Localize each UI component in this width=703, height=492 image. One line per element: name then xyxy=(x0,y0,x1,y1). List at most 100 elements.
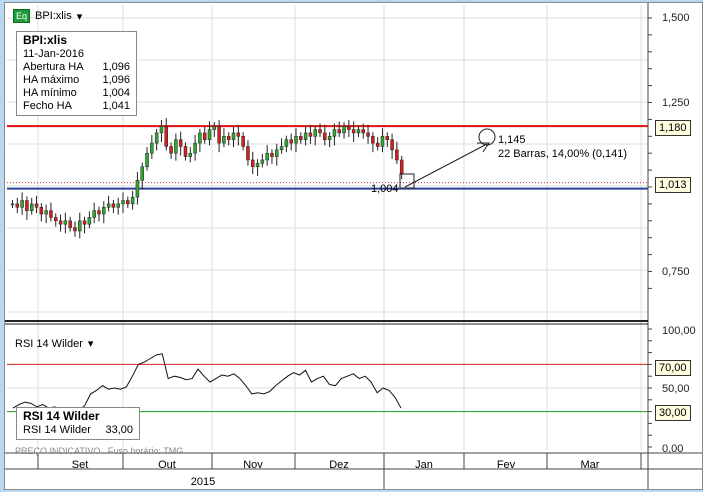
candle-body xyxy=(58,220,63,225)
candle-body xyxy=(135,179,140,198)
candle-body xyxy=(332,129,337,137)
legend-row: RSI 14 Wilder 33,00 xyxy=(23,424,133,437)
symbol-label: BPI:xlis xyxy=(35,10,72,22)
rsi-tick-label: 50,00 xyxy=(662,383,690,395)
candle-body xyxy=(44,210,48,215)
candle-body xyxy=(164,125,169,147)
candle-body xyxy=(241,136,245,147)
candle-body xyxy=(53,217,58,222)
candle-body xyxy=(284,139,289,147)
legend-label: HA máximo xyxy=(23,74,80,86)
candle-body xyxy=(154,132,159,144)
candle-body xyxy=(178,139,183,147)
y-tick-label: 1,500 xyxy=(662,12,690,24)
candle-body xyxy=(270,152,274,157)
candle-body xyxy=(222,136,226,144)
candle-body xyxy=(217,125,221,144)
legend-label: HA mínimo xyxy=(23,87,77,99)
candle-body xyxy=(130,196,135,205)
candle-body xyxy=(116,203,120,208)
candle-body xyxy=(82,220,87,225)
candle-body xyxy=(299,136,303,140)
candle-body xyxy=(39,207,44,215)
legend-value: 1,041 xyxy=(102,100,130,112)
candle-body xyxy=(289,139,293,144)
month-label: Out xyxy=(158,459,176,471)
candle-body xyxy=(169,146,173,154)
legend-row: HA mínimo 1,004 xyxy=(23,87,130,100)
candle-body xyxy=(78,220,82,232)
dropdown-arrow-icon: ▾ xyxy=(87,338,94,350)
legend-label: Fecho HA xyxy=(23,100,72,112)
candle-body xyxy=(265,152,269,161)
candle-body xyxy=(87,217,92,225)
candle-body xyxy=(198,132,202,144)
candle-body xyxy=(337,129,341,134)
candle-body xyxy=(106,203,111,208)
candle-body xyxy=(318,129,322,134)
candle-body xyxy=(395,149,399,161)
equity-icon: Eq xyxy=(13,9,31,23)
year-label: 2015 xyxy=(190,476,216,488)
rsi-selector[interactable]: RSI 14 Wilder ▾ xyxy=(15,337,94,351)
symbol-selector[interactable]: Eq BPI:xlis ▾ xyxy=(13,9,82,23)
legend-date: 11-Jan-2016 xyxy=(23,48,84,60)
legend-row: HA máximo 1,096 xyxy=(23,74,130,87)
candle-body xyxy=(351,129,356,134)
candle-body xyxy=(10,203,15,206)
candle-body xyxy=(202,132,207,140)
low-label: 1,004 xyxy=(371,183,399,195)
candle-body xyxy=(226,136,231,140)
timezone-note: Fuso horário: TMG xyxy=(107,446,184,456)
candle-body xyxy=(68,220,72,228)
candle-body xyxy=(102,207,106,215)
candle-body xyxy=(371,136,375,144)
candle-body xyxy=(174,139,178,154)
rsi-line xyxy=(12,353,402,411)
candle-body xyxy=(275,149,279,157)
candle-body xyxy=(188,152,193,157)
candle-body xyxy=(246,146,250,161)
candle-body xyxy=(63,220,68,225)
candle-body xyxy=(294,136,298,144)
candle-body xyxy=(323,132,327,140)
candle-body xyxy=(193,142,197,154)
legend-value: 1,004 xyxy=(102,87,130,99)
candle-body xyxy=(279,146,284,151)
candle-body xyxy=(121,200,125,205)
legend-value: 1,096 xyxy=(102,61,130,73)
current-price-tag: 1,013 xyxy=(655,177,691,193)
candle-body xyxy=(212,125,217,130)
candle-body xyxy=(327,136,332,140)
footer-note: PREÇO INDICATIVO Fuso horário: TMG xyxy=(15,446,183,456)
y-tick-label: 1,250 xyxy=(662,97,690,109)
month-label: Fev xyxy=(496,459,516,471)
candle-body xyxy=(29,203,34,211)
month-label: Set xyxy=(71,459,89,471)
candle-body xyxy=(308,132,313,137)
rsi-low-tag: 30,00 xyxy=(655,405,691,421)
candle-body xyxy=(380,136,385,147)
candle-body xyxy=(260,159,265,164)
rsi-tick-label: 100,00 xyxy=(662,325,696,337)
candle-body xyxy=(231,132,236,140)
candle-body xyxy=(255,163,260,167)
candle-body xyxy=(250,159,255,167)
candle-body xyxy=(145,152,149,167)
rsi-tick-label: 0,00 xyxy=(662,443,684,455)
candle-body xyxy=(140,166,144,181)
month-label: Nov xyxy=(243,459,263,471)
candle-body xyxy=(342,125,346,134)
candle-body xyxy=(97,210,101,215)
candle-body xyxy=(236,132,241,137)
candle-body xyxy=(366,132,370,137)
candle-body xyxy=(183,146,188,157)
candle-body xyxy=(399,159,404,174)
month-label: Dez xyxy=(329,459,349,471)
measure-arrow xyxy=(404,143,488,188)
price-note: PREÇO INDICATIVO xyxy=(15,446,101,456)
candle-body xyxy=(73,227,77,232)
candle-body xyxy=(111,203,116,208)
rsi-label: RSI 14 Wilder xyxy=(15,337,83,350)
candle-body xyxy=(347,125,351,130)
